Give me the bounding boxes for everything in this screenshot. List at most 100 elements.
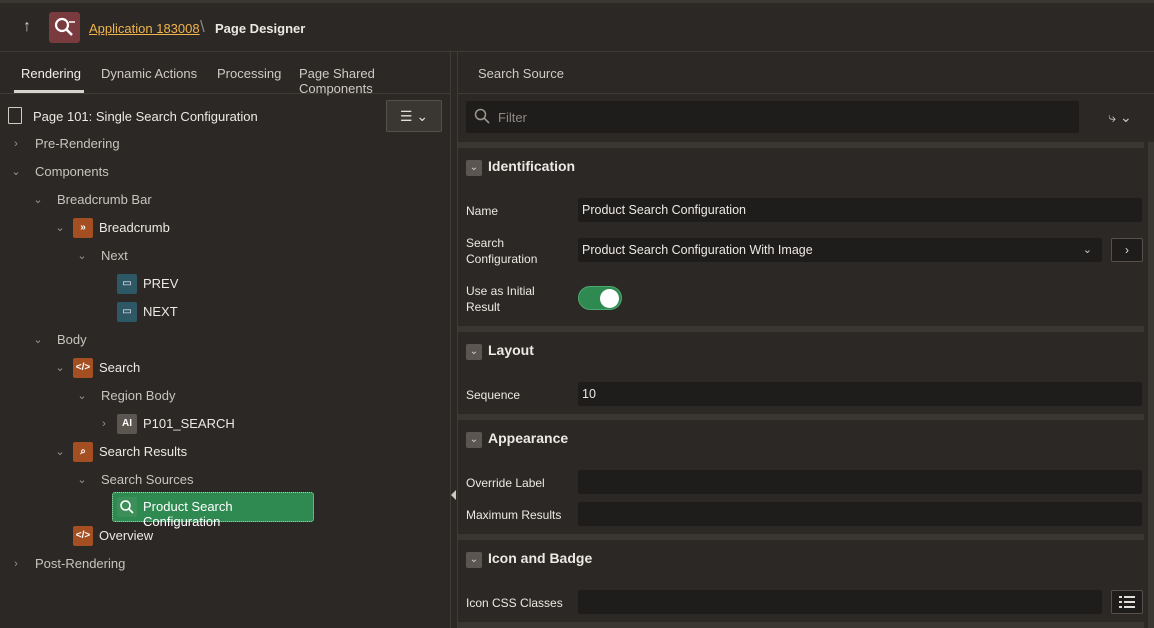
- sequence-label: Sequence: [466, 388, 521, 402]
- tree-item-product-search-configuration[interactable]: Product Search Configuration: [112, 492, 314, 529]
- tree-menu-button[interactable]: ☰ ⌄: [386, 100, 442, 132]
- code-region-icon: </>: [73, 358, 93, 378]
- tree-item-components[interactable]: ⌄ Components: [0, 160, 440, 184]
- open-search-configuration-button[interactable]: ›: [1111, 238, 1143, 262]
- search-icon: [474, 108, 490, 124]
- chevron-down-icon[interactable]: ⌄: [10, 160, 22, 184]
- sequence-field[interactable]: 10: [578, 382, 1142, 406]
- chevron-right-icon[interactable]: ›: [10, 132, 22, 156]
- chevron-down-icon[interactable]: ⌄: [466, 160, 482, 176]
- tree-label: Breadcrumb: [99, 220, 170, 235]
- tree-item-next[interactable]: ▭ NEXT: [0, 300, 440, 324]
- name-label: Name: [466, 204, 499, 218]
- chevron-down-icon[interactable]: ⌄: [76, 244, 88, 268]
- tree-label: Search Results: [99, 444, 188, 459]
- tree-item-search-results[interactable]: ⌄ ⌕ Search Results: [0, 440, 440, 464]
- collapse-left-icon[interactable]: [451, 490, 456, 500]
- up-arrow-icon[interactable]: ↑: [18, 17, 36, 37]
- magnifier-icon: [54, 17, 75, 36]
- maximum-results-field[interactable]: [578, 502, 1142, 526]
- tree-item-post-rendering[interactable]: › Post-Rendering: [0, 552, 440, 576]
- chevron-down-icon[interactable]: ⌄: [54, 440, 66, 464]
- toggle-knob: [600, 289, 619, 308]
- tree-item-pre-rendering[interactable]: › Pre-Rendering: [0, 132, 440, 156]
- search-results-icon: ⌕: [73, 442, 93, 462]
- search-configuration-label: Search Configuration: [466, 236, 538, 266]
- chevron-right-icon[interactable]: ›: [10, 552, 22, 576]
- tree-label: Post-Rendering: [35, 556, 126, 571]
- tab-processing[interactable]: Processing: [217, 66, 281, 81]
- filter-input[interactable]: [498, 107, 1058, 127]
- page-title-row[interactable]: Page 101: Single Search Configuration: [0, 102, 450, 130]
- override-label-label: Override Label: [466, 476, 545, 490]
- breadcrumb-separator: \: [200, 17, 205, 36]
- chevron-down-icon[interactable]: ⌄: [466, 344, 482, 360]
- section-divider: [458, 622, 1144, 628]
- tree-item-breadcrumb-bar[interactable]: ⌄ Breadcrumb Bar: [0, 188, 440, 212]
- page-icon: [8, 107, 22, 124]
- page-title: Page 101: Single Search Configuration: [33, 109, 258, 124]
- section-title: Appearance: [488, 430, 569, 446]
- name-field[interactable]: Product Search Configuration: [578, 198, 1142, 222]
- chevron-down-icon[interactable]: ⌄: [466, 432, 482, 448]
- icon-css-classes-label: Icon CSS Classes: [466, 596, 563, 610]
- tree-label: PREV: [143, 276, 179, 291]
- maximum-results-label: Maximum Results: [466, 508, 562, 522]
- tree-label: Components: [35, 164, 109, 179]
- tree-label: Search: [99, 360, 141, 375]
- breadcrumb-icon: »: [73, 218, 93, 238]
- chevron-down-icon[interactable]: ⌄: [54, 216, 66, 240]
- chevron-down-icon[interactable]: ⌄: [54, 356, 66, 380]
- tree-label: Search Sources: [101, 472, 194, 487]
- tree-item-search-sources[interactable]: ⌄ Search Sources: [0, 468, 440, 492]
- tree-item-prev[interactable]: ▭ PREV: [0, 272, 440, 296]
- chevron-down-icon[interactable]: ⌄: [76, 384, 88, 408]
- section-divider: [458, 414, 1144, 420]
- tab-page-shared-components[interactable]: Page Shared Components: [299, 66, 450, 96]
- button-icon: ▭: [117, 302, 137, 322]
- magnifier-icon: [120, 500, 134, 514]
- tree-item-region-body[interactable]: ⌄ Region Body: [0, 384, 440, 408]
- icon-css-classes-field[interactable]: [578, 590, 1102, 614]
- chevron-down-icon[interactable]: ⌄: [32, 188, 44, 212]
- tree-label: Body: [57, 332, 87, 347]
- tree-item-breadcrumb[interactable]: ⌄ » Breadcrumb: [0, 216, 440, 240]
- tab-dynamic-actions[interactable]: Dynamic Actions: [101, 66, 197, 81]
- tree-item-next-group[interactable]: ⌄ Next: [0, 244, 440, 268]
- section-title: Icon and Badge: [488, 550, 593, 566]
- property-editor: Search Source ⤷ ⌄ ⌄ Identification Name …: [458, 52, 1154, 628]
- tree-item-body[interactable]: ⌄ Body: [0, 328, 440, 352]
- tree-label: Next: [101, 248, 128, 263]
- search-icon: [117, 497, 137, 517]
- panel-splitter[interactable]: [450, 52, 458, 628]
- chevron-right-icon[interactable]: ›: [98, 412, 110, 436]
- app-search-icon[interactable]: [49, 12, 80, 43]
- property-editor-title: Search Source: [478, 66, 564, 81]
- filter-box: [466, 101, 1079, 133]
- use-as-initial-result-toggle[interactable]: [578, 286, 622, 310]
- chevron-down-icon[interactable]: ⌄: [32, 328, 44, 352]
- button-icon: ▭: [117, 274, 137, 294]
- search-configuration-select[interactable]: Product Search Configuration With Image …: [578, 238, 1102, 262]
- breadcrumb-current-page: Page Designer: [215, 21, 306, 36]
- icon-picker-button[interactable]: [1111, 590, 1143, 614]
- tree-label: Overview: [99, 528, 154, 543]
- top-bar: ↑ Application 183008 \ Page Designer: [0, 0, 1154, 52]
- active-tab-indicator: [14, 90, 84, 93]
- scrollbar[interactable]: [1148, 142, 1154, 628]
- chevron-down-icon[interactable]: ⌄: [466, 552, 482, 568]
- tree-item-p101-search[interactable]: › AI P101_SEARCH: [0, 412, 440, 436]
- list-icon: [1119, 596, 1135, 608]
- chevron-down-icon[interactable]: ⌄: [76, 468, 88, 492]
- override-label-field[interactable]: [578, 470, 1142, 494]
- rendering-panel: Rendering Dynamic Actions Processing Pag…: [0, 52, 450, 628]
- breadcrumb-app-link[interactable]: Application 183008: [89, 21, 200, 36]
- code-region-icon: </>: [73, 526, 93, 546]
- tab-rendering[interactable]: Rendering: [21, 66, 81, 81]
- chevron-down-icon: ⌄: [1082, 244, 1092, 256]
- tree-item-search[interactable]: ⌄ </> Search: [0, 356, 440, 380]
- section-divider: [458, 326, 1144, 332]
- text-field-icon: AI: [117, 414, 137, 434]
- tree-item-overview[interactable]: </> Overview: [0, 524, 440, 548]
- go-to-group-button[interactable]: ⤷ ⌄: [1098, 104, 1142, 130]
